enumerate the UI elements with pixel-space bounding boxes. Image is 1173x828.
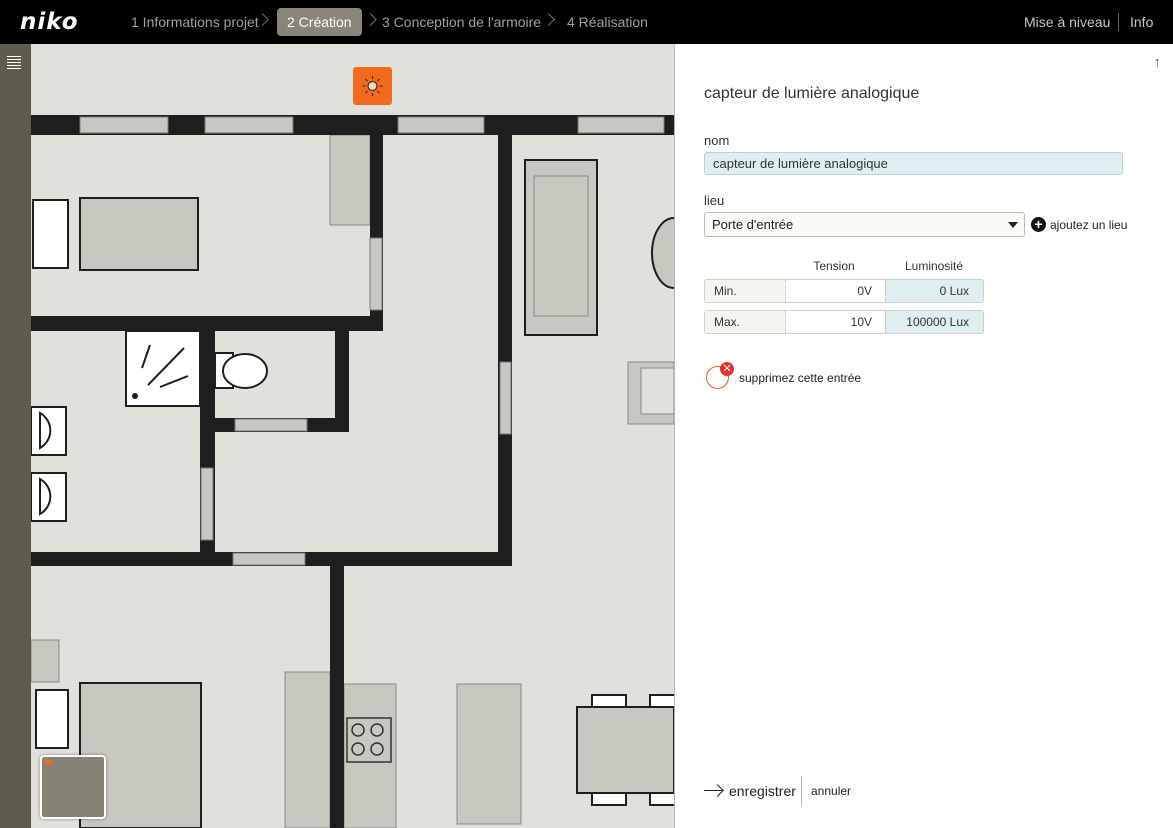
counter (284, 671, 331, 828)
cabinet (329, 134, 371, 226)
row-label: Min. (705, 280, 785, 302)
panel-title: capteur de lumière analogique (704, 85, 920, 102)
top-navigation-bar: niko 1 Informations projet 2 Création 3 … (0, 0, 1173, 44)
step-creation[interactable]: 2 Création (277, 8, 362, 36)
minimap-viewport-marker (45, 760, 52, 765)
minimap[interactable] (40, 755, 106, 819)
upgrade-link[interactable]: Mise à niveau (1024, 0, 1110, 44)
light-sensor-icon[interactable] (353, 67, 392, 105)
cancel-button[interactable]: annuler (811, 778, 851, 804)
table-row-max: Max. 10V 100000 Lux (704, 310, 984, 334)
location-selected-value: Porte d'entrée (712, 217, 794, 232)
luminosite-input[interactable]: 0 Lux (885, 280, 983, 302)
column-header-luminosite: Luminosité (904, 259, 964, 273)
tension-value[interactable]: 10V (785, 311, 885, 333)
floor-plan-canvas[interactable] (31, 44, 674, 828)
step-informations-projet[interactable]: 1 Informations projet (131, 0, 259, 44)
step-realisation[interactable]: 4 Réalisation (567, 0, 648, 44)
chevron-right-icon (364, 13, 377, 26)
left-toolbar (0, 44, 31, 828)
table-row-min: Min. 0V 0 Lux (704, 279, 984, 303)
nightstand (31, 639, 60, 683)
caret-down-icon (1008, 222, 1018, 228)
name-label: nom (704, 133, 730, 148)
divider (1118, 13, 1119, 31)
close-circle-icon: ✕ (720, 362, 734, 376)
location-select[interactable]: Porte d'entrée (704, 212, 1025, 237)
hamburger-icon[interactable] (7, 56, 21, 72)
pillow (35, 689, 69, 749)
info-link[interactable]: Info (1130, 0, 1153, 44)
tension-value[interactable]: 0V (785, 280, 885, 302)
pillow (32, 199, 69, 269)
island (456, 683, 522, 825)
dining-table (576, 706, 674, 794)
remove-entry-label: supprimez cette entrée (739, 371, 862, 385)
arrow-right-icon (704, 790, 722, 791)
column-header-tension: Tension (813, 259, 855, 273)
niko-logo[interactable]: niko (20, 9, 79, 35)
chevron-right-icon (542, 13, 555, 26)
properties-panel: ↑ capteur de lumière analogique nom capt… (674, 44, 1173, 828)
location-label: lieu (704, 193, 725, 208)
arrow-up-icon[interactable]: ↑ (1154, 54, 1162, 71)
plus-circle-icon: + (1031, 217, 1046, 232)
armchair-seat (640, 367, 674, 415)
add-location-label: ajoutez un lieu (1050, 218, 1128, 232)
step-conception-armoire[interactable]: 3 Conception de l'armoire (382, 0, 541, 44)
save-label: enregistrer (729, 783, 796, 799)
row-label: Max. (705, 311, 785, 333)
bed (79, 197, 199, 271)
sofa-seat (533, 175, 589, 317)
luminosite-input[interactable]: 100000 Lux (885, 311, 983, 333)
divider (801, 776, 802, 806)
floor-plan-drawing (31, 115, 674, 828)
name-input[interactable]: capteur de lumière analogique (704, 152, 1123, 175)
